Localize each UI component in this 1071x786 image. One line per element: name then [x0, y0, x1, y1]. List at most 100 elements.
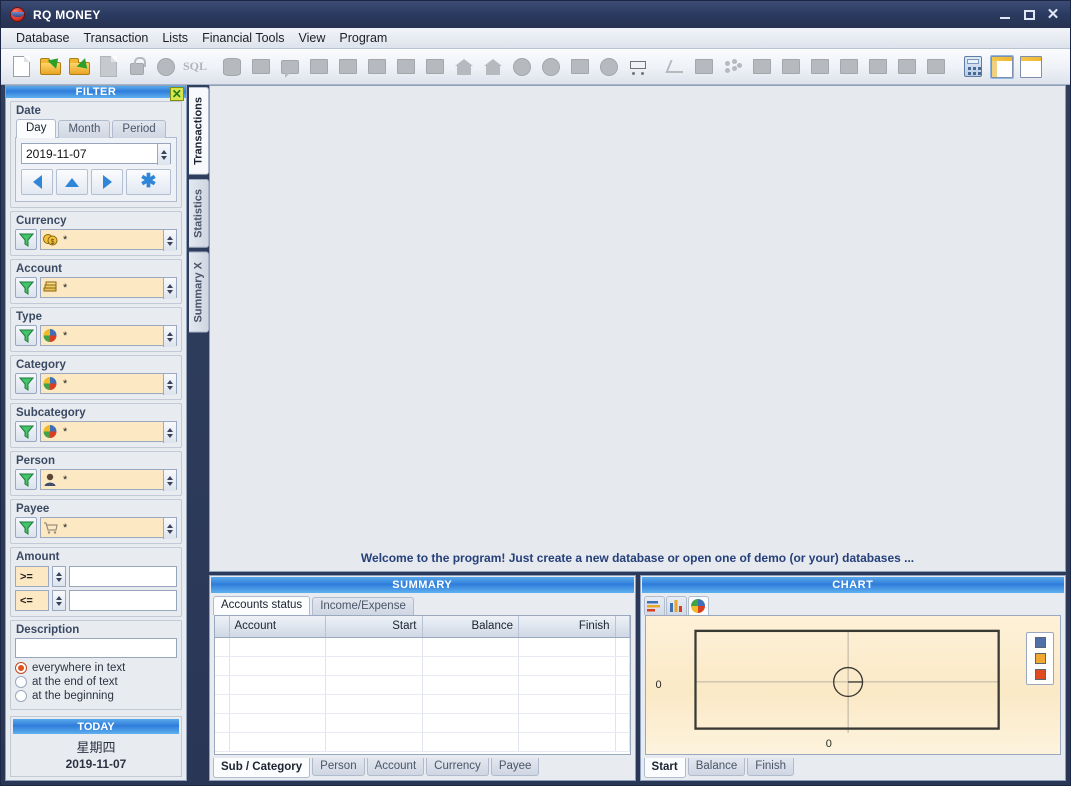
amount-max-operator[interactable]: <=	[15, 590, 49, 611]
window-left-button[interactable]	[988, 52, 1016, 82]
description-option-beginning[interactable]: at the beginning	[15, 690, 177, 702]
calculator-button[interactable]	[959, 52, 987, 82]
chart-bottom-tabs: Start Balance Finish	[641, 758, 1066, 778]
vtab-statistics[interactable]: Statistics	[189, 179, 209, 248]
category-filter-button[interactable]	[15, 373, 37, 394]
close-button[interactable]: ✕	[1042, 5, 1064, 25]
currency-spinner[interactable]	[163, 230, 176, 251]
table-row[interactable]	[215, 637, 629, 656]
person-spinner[interactable]	[163, 470, 176, 491]
currency-combo[interactable]: $ *	[40, 229, 177, 250]
tab-currency[interactable]: Currency	[426, 758, 489, 776]
menu-item-database[interactable]: Database	[9, 29, 77, 47]
table-row[interactable]	[215, 675, 629, 694]
date-spinner[interactable]	[157, 144, 170, 165]
filter-close-icon[interactable]: ✕	[170, 87, 184, 101]
application-window: RQ MONEY ✕ Database Transaction Lists Fi…	[0, 0, 1071, 786]
vtab-transactions[interactable]: Transactions	[189, 87, 209, 175]
payee-combo[interactable]: *	[40, 517, 177, 538]
box3-icon	[893, 52, 921, 82]
window-right-button[interactable]	[1017, 52, 1045, 82]
tab-month[interactable]: Month	[58, 120, 110, 138]
tab-income-expense[interactable]: Income/Expense	[312, 597, 414, 615]
summary-panel: SUMMARY Accounts status Income/Expense A…	[209, 575, 636, 781]
col-finish[interactable]: Finish	[519, 616, 616, 637]
amount-min-operator-spinner[interactable]	[52, 566, 66, 587]
subcategory-filter-button[interactable]	[15, 421, 37, 442]
table-row[interactable]	[215, 732, 629, 751]
tab-sub-category[interactable]: Sub / Category	[213, 758, 310, 778]
tab-finish[interactable]: Finish	[747, 758, 794, 776]
table-row[interactable]	[215, 713, 629, 732]
amount-min-input[interactable]	[69, 566, 177, 587]
prev-day-button[interactable]	[21, 169, 53, 195]
minimize-button[interactable]	[994, 5, 1016, 25]
tab-payee[interactable]: Payee	[491, 758, 540, 776]
amount-min-operator[interactable]: >=	[15, 566, 49, 587]
chart-type-tabs	[641, 593, 1066, 615]
account-spinner[interactable]	[163, 278, 176, 299]
category-spinner[interactable]	[163, 374, 176, 395]
description-option-end[interactable]: at the end of text	[15, 676, 177, 688]
vertical-tab-strip: Transactions Statistics Summary X	[189, 85, 209, 781]
open-folder-export-button[interactable]	[36, 52, 64, 82]
menu-item-program[interactable]: Program	[332, 29, 394, 47]
up-day-button[interactable]	[56, 169, 88, 195]
type-filter-button[interactable]	[15, 325, 37, 346]
table-row[interactable]	[215, 694, 629, 713]
tab-accounts-status[interactable]: Accounts status	[213, 596, 310, 615]
chart-canvas[interactable]: 0 0	[645, 615, 1062, 755]
description-input[interactable]	[15, 638, 177, 658]
payee-filter-button[interactable]	[15, 517, 37, 538]
new-document-button[interactable]	[7, 52, 35, 82]
tab-account[interactable]: Account	[367, 758, 425, 776]
account-combo[interactable]: *	[40, 277, 177, 298]
cart-icon	[43, 521, 58, 534]
menu-item-transaction[interactable]: Transaction	[77, 29, 156, 47]
upload-icon	[450, 52, 478, 82]
circle-shape-icon	[152, 52, 180, 82]
category-combo[interactable]: *	[40, 373, 177, 394]
col-balance[interactable]: Balance	[422, 616, 519, 637]
account-filter-button[interactable]	[15, 277, 37, 298]
menu-item-financial-tools[interactable]: Financial Tools	[195, 29, 291, 47]
person-filter-button[interactable]	[15, 469, 37, 490]
menu-item-lists[interactable]: Lists	[155, 29, 195, 47]
subcategory-spinner[interactable]	[163, 422, 176, 443]
next-day-button[interactable]	[91, 169, 123, 195]
tab-start[interactable]: Start	[644, 758, 686, 778]
amount-max-input[interactable]	[69, 590, 177, 611]
filter-caption-text: FILTER	[76, 86, 117, 98]
pie-chart-icon[interactable]	[688, 596, 709, 615]
col-start[interactable]: Start	[326, 616, 423, 637]
toolbar: SQL	[1, 49, 1070, 85]
table-row[interactable]	[215, 656, 629, 675]
menu-item-view[interactable]: View	[292, 29, 333, 47]
date-navigation: ✱	[21, 169, 171, 195]
tab-day[interactable]: Day	[16, 119, 56, 138]
card-stack-icon	[363, 52, 391, 82]
tab-period[interactable]: Period	[112, 120, 165, 138]
type-spinner[interactable]	[163, 326, 176, 347]
maximize-button[interactable]	[1018, 5, 1040, 25]
currency-filter-button[interactable]	[15, 229, 37, 250]
type-combo[interactable]: *	[40, 325, 177, 346]
tab-balance[interactable]: Balance	[688, 758, 746, 776]
horizontal-bar-chart-icon[interactable]	[644, 596, 665, 615]
open-folder-import-button[interactable]	[65, 52, 93, 82]
summary-grid[interactable]: Account Start Balance Finish	[214, 615, 631, 755]
person-label: Person	[16, 455, 177, 467]
amount-max-operator-spinner[interactable]	[52, 590, 66, 611]
vtab-summary-x[interactable]: Summary X	[189, 252, 209, 333]
tab-person[interactable]: Person	[312, 758, 364, 776]
date-input[interactable]: 2019-11-07	[21, 143, 171, 164]
vertical-bar-chart-icon[interactable]	[666, 596, 687, 615]
subcategory-combo[interactable]: *	[40, 421, 177, 442]
category-value: *	[63, 378, 67, 390]
description-option-everywhere[interactable]: everywhere in text	[15, 662, 177, 674]
payee-spinner[interactable]	[163, 518, 176, 539]
chart-legend	[1026, 632, 1054, 685]
reset-date-button[interactable]: ✱	[126, 169, 171, 195]
col-account[interactable]: Account	[229, 616, 326, 637]
person-combo[interactable]: *	[40, 469, 177, 490]
